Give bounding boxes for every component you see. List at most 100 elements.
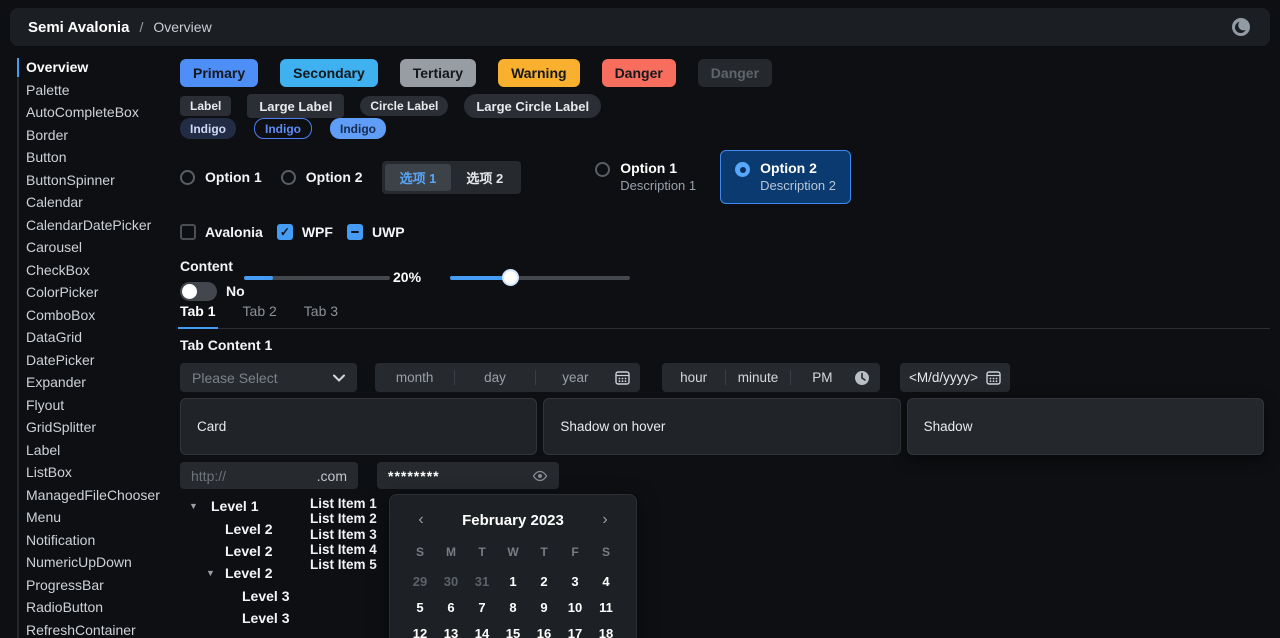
list-item[interactable]: List Item 2: [310, 511, 380, 526]
sidebar-item-menu[interactable]: Menu: [10, 506, 178, 529]
eye-icon[interactable]: [532, 468, 548, 484]
sidebar-item-overview[interactable]: Overview: [10, 56, 178, 79]
card-radio-option-2[interactable]: Option 2 Description 2: [720, 150, 851, 204]
time-picker[interactable]: hour minute PM: [662, 363, 880, 392]
calendar-day[interactable]: 8: [498, 595, 529, 621]
sidebar-item-calendardatepicker[interactable]: CalendarDatePicker: [10, 214, 178, 237]
primary-button[interactable]: Primary: [180, 59, 258, 87]
tree-node-level-2[interactable]: Level 2: [180, 540, 310, 562]
warning-button[interactable]: Warning: [498, 59, 579, 87]
radio-circle-selected[interactable]: [735, 162, 750, 177]
radio-option-2[interactable]: Option 2: [281, 169, 363, 185]
url-input[interactable]: http:// .com: [180, 462, 358, 489]
date-picker[interactable]: month day year: [375, 363, 640, 392]
calendar-icon[interactable]: [986, 370, 1001, 385]
calendar-day[interactable]: 30: [436, 569, 467, 595]
calendar-day[interactable]: 29: [405, 569, 436, 595]
slider-with-thumb[interactable]: [450, 276, 630, 280]
secondary-button[interactable]: Secondary: [280, 59, 378, 87]
calendar-day[interactable]: 14: [467, 621, 498, 638]
radio-option-1[interactable]: Option 1: [180, 169, 262, 185]
radio-circle[interactable]: [180, 170, 195, 185]
radio-circle[interactable]: [281, 170, 296, 185]
calendar-day[interactable]: 17: [560, 621, 591, 638]
calendar-day[interactable]: 5: [405, 595, 436, 621]
danger-button[interactable]: Danger: [602, 59, 676, 87]
sidebar-item-calendar[interactable]: Calendar: [10, 191, 178, 214]
sidebar-item-border[interactable]: Border: [10, 124, 178, 147]
checkbox-box-checked[interactable]: [277, 224, 293, 240]
checkbox-avalonia[interactable]: Avalonia: [180, 224, 263, 240]
time-segment-minute[interactable]: minute: [726, 370, 789, 385]
tab-1[interactable]: Tab 1: [180, 303, 216, 319]
sidebar-item-buttonspinner[interactable]: ButtonSpinner: [10, 169, 178, 192]
calendar-day[interactable]: 18: [591, 621, 622, 638]
chevron-left-icon[interactable]: ‹: [411, 511, 431, 529]
sidebar-item-label[interactable]: Label: [10, 439, 178, 462]
date-segment-year[interactable]: year: [536, 370, 615, 385]
password-input[interactable]: ********: [377, 462, 559, 489]
sidebar-item-datepicker[interactable]: DatePicker: [10, 349, 178, 372]
tab-3[interactable]: Tab 3: [304, 303, 338, 319]
sidebar-item-checkbox[interactable]: CheckBox: [10, 259, 178, 282]
calendar-day[interactable]: 7: [467, 595, 498, 621]
segment-option-1[interactable]: 选项 1: [385, 164, 452, 191]
calendar-day[interactable]: 12: [405, 621, 436, 638]
calendar-icon[interactable]: [615, 370, 640, 385]
card-radio-option-1[interactable]: Option 1 Description 1: [581, 151, 710, 203]
checkbox-uwp[interactable]: UWP: [347, 224, 405, 240]
date-format-input[interactable]: <M/d/yyyy>: [900, 363, 1010, 392]
time-segment-ampm[interactable]: PM: [791, 370, 854, 385]
tab-2[interactable]: Tab 2: [243, 303, 277, 319]
calendar-day[interactable]: 3: [560, 569, 591, 595]
sidebar-item-colorpicker[interactable]: ColorPicker: [10, 281, 178, 304]
tertiary-button[interactable]: Tertiary: [400, 59, 476, 87]
date-segment-day[interactable]: day: [455, 370, 534, 385]
calendar-day[interactable]: 2: [529, 569, 560, 595]
calendar-day[interactable]: 16: [529, 621, 560, 638]
calendar-day[interactable]: 4: [591, 569, 622, 595]
tree-node-level-3[interactable]: Level 3: [180, 607, 310, 629]
sidebar-item-datagrid[interactable]: DataGrid: [10, 326, 178, 349]
sidebar-item-expander[interactable]: Expander: [10, 371, 178, 394]
sidebar-item-radiobutton[interactable]: RadioButton: [10, 596, 178, 619]
checkbox-box-indeterminate[interactable]: [347, 224, 363, 240]
calendar-day[interactable]: 6: [436, 595, 467, 621]
sidebar-item-numericupdown[interactable]: NumericUpDown: [10, 551, 178, 574]
card-shadow-on-hover[interactable]: Shadow on hover: [543, 398, 900, 455]
tree-expander-chevron-down-icon[interactable]: ▼: [189, 501, 198, 511]
danger-button-disabled[interactable]: Danger: [698, 59, 772, 87]
sidebar-item-palette[interactable]: Palette: [10, 79, 178, 102]
calendar-day[interactable]: 11: [591, 595, 622, 621]
calendar-day[interactable]: 31: [467, 569, 498, 595]
select-dropdown[interactable]: Please Select: [180, 363, 357, 392]
sidebar-item-managedfilechooser[interactable]: ManagedFileChooser: [10, 484, 178, 507]
sidebar-item-progressbar[interactable]: ProgressBar: [10, 574, 178, 597]
tree-node-level-3[interactable]: Level 3: [180, 585, 310, 607]
theme-toggle-moon-icon[interactable]: [1230, 16, 1252, 38]
sidebar-item-button[interactable]: Button: [10, 146, 178, 169]
calendar-day[interactable]: 13: [436, 621, 467, 638]
tree-expander-chevron-down-icon[interactable]: ▼: [206, 568, 215, 578]
list-item[interactable]: List Item 3: [310, 527, 380, 542]
slider-thumb[interactable]: [502, 269, 519, 286]
sidebar-item-carousel[interactable]: Carousel: [10, 236, 178, 259]
sidebar-item-refreshcontainer[interactable]: RefreshContainer: [10, 619, 178, 638]
sidebar-item-autocompletebox[interactable]: AutoCompleteBox: [10, 101, 178, 124]
sidebar-item-notification[interactable]: Notification: [10, 529, 178, 552]
time-segment-hour[interactable]: hour: [662, 370, 725, 385]
checkbox-box[interactable]: [180, 224, 196, 240]
tree-node-level-2[interactable]: Level 2: [180, 517, 310, 539]
segment-option-2[interactable]: 选项 2: [451, 164, 518, 191]
sidebar-item-listbox[interactable]: ListBox: [10, 461, 178, 484]
list-item[interactable]: List Item 4: [310, 542, 380, 557]
list-item[interactable]: List Item 5: [310, 557, 380, 572]
slider-20-percent[interactable]: [244, 276, 390, 280]
checkbox-wpf[interactable]: WPF: [277, 224, 333, 240]
calendar-day[interactable]: 1: [498, 569, 529, 595]
radio-circle[interactable]: [595, 162, 610, 177]
date-segment-month[interactable]: month: [375, 370, 454, 385]
sidebar-item-gridsplitter[interactable]: GridSplitter: [10, 416, 178, 439]
chevron-right-icon[interactable]: ›: [595, 511, 615, 529]
calendar-day[interactable]: 10: [560, 595, 591, 621]
